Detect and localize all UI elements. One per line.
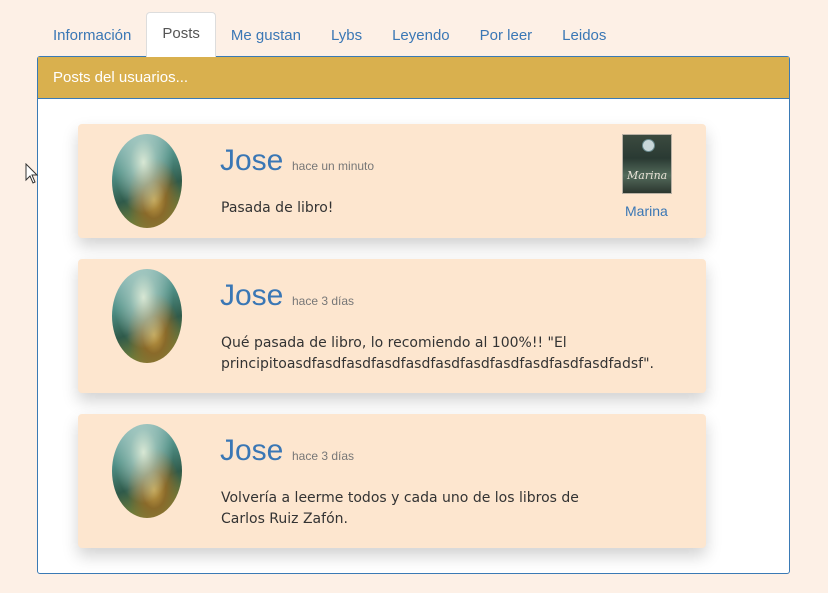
post-text-line: Volvería a leerme todos y cada uno de lo… xyxy=(221,490,579,506)
post-text-line: Pasada de libro! xyxy=(221,200,334,216)
post-time: hace 3 días xyxy=(292,294,355,308)
avatar[interactable] xyxy=(112,269,182,363)
tab-leyendo[interactable]: Leyendo xyxy=(377,14,465,57)
post-user-name[interactable]: Jose xyxy=(220,281,283,311)
post-text: Volvería a leerme todos y cada uno de lo… xyxy=(221,488,579,530)
book-link[interactable]: Marina xyxy=(625,203,668,219)
post-card: Jose hace un minuto Pasada de libro! Mar… xyxy=(78,124,706,238)
post-text: Qué pasada de libro, lo recomiendo al 10… xyxy=(221,333,654,375)
post-text-line: Carlos Ruiz Zafón. xyxy=(221,511,348,527)
tab-informacion[interactable]: Información xyxy=(38,14,146,57)
mouse-cursor-icon xyxy=(25,163,39,184)
tab-posts[interactable]: Posts xyxy=(146,12,216,57)
tab-por-leer[interactable]: Por leer xyxy=(465,14,548,57)
panel-heading: Posts del usuarios... xyxy=(38,57,789,99)
posts-panel: Posts del usuarios... Jose hace un minut… xyxy=(37,56,790,574)
post-user-name[interactable]: Jose xyxy=(220,436,283,466)
avatar[interactable] xyxy=(112,424,182,518)
seal-icon xyxy=(642,139,655,152)
post-card: Jose hace 3 días Volvería a leerme todos… xyxy=(78,414,706,548)
profile-tabs: Información Posts Me gustan Lybs Leyendo… xyxy=(38,12,792,57)
post-user-name[interactable]: Jose xyxy=(220,146,283,176)
post-time: hace 3 días xyxy=(292,449,355,463)
avatar[interactable] xyxy=(112,134,182,228)
post-time: hace un minuto xyxy=(292,159,375,173)
tab-leidos[interactable]: Leidos xyxy=(547,14,621,57)
book-cover-image[interactable]: Marina xyxy=(622,134,672,194)
tab-lybs[interactable]: Lybs xyxy=(316,14,377,57)
post-text-line: principitoasdfasdfasdfasdfasdfasdfasdfas… xyxy=(221,356,654,372)
cover-title: Marina xyxy=(627,169,668,182)
tab-me-gustan[interactable]: Me gustan xyxy=(216,14,316,57)
post-text: Pasada de libro! xyxy=(221,198,333,219)
post-text-line: Qué pasada de libro, lo recomiendo al 10… xyxy=(221,335,567,351)
post-card: Jose hace 3 días Qué pasada de libro, lo… xyxy=(78,259,706,393)
